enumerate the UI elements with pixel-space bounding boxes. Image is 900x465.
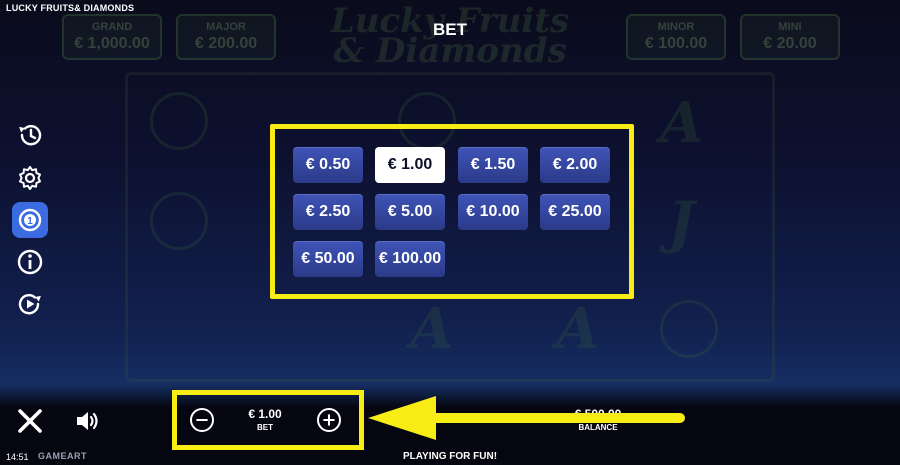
bet-option-1-00[interactable]: € 1.00: [375, 147, 445, 183]
bet-option-2-50[interactable]: € 2.50: [293, 194, 363, 230]
bet-option-50-00[interactable]: € 50.00: [293, 241, 363, 277]
grape-symbol: [660, 300, 718, 358]
autoplay-icon: [18, 294, 41, 315]
bet-settings-button[interactable]: 1: [12, 202, 48, 238]
info-icon: [17, 249, 43, 275]
close-button[interactable]: [16, 407, 44, 435]
watermelon-symbol: [150, 92, 208, 150]
svg-text:1: 1: [27, 216, 33, 227]
ace-symbol: A: [410, 296, 454, 362]
history-button[interactable]: [12, 117, 48, 153]
pointer-arrow: [368, 396, 685, 440]
ace-symbol: A: [660, 90, 704, 156]
bet-option-100-00[interactable]: € 100.00: [375, 241, 445, 277]
speaker-icon: [77, 412, 98, 430]
bet-option-1-50[interactable]: € 1.50: [458, 147, 528, 183]
watermelon-symbol: [150, 192, 208, 250]
logo-line2: & Diamonds: [333, 31, 567, 71]
screen-title: BET: [433, 20, 467, 39]
info-button[interactable]: [12, 244, 48, 280]
history-icon: [19, 125, 42, 146]
ace-symbol: A: [556, 296, 600, 362]
bet-option-0-50[interactable]: € 0.50: [293, 147, 363, 183]
bet-option-2-00[interactable]: € 2.00: [540, 147, 610, 183]
bet-value: € 1.00: [248, 407, 282, 421]
bet-option-25-00[interactable]: € 25.00: [540, 194, 610, 230]
game-title: LUCKY FRUITS& DIAMONDS: [6, 3, 135, 13]
autoplay-button[interactable]: [12, 286, 48, 322]
close-icon: [18, 409, 42, 433]
bet-option-5-00[interactable]: € 5.00: [375, 194, 445, 230]
settings-button[interactable]: [12, 160, 48, 196]
sound-button[interactable]: [74, 408, 102, 434]
bet-label: BET: [257, 423, 273, 432]
minus-icon: [196, 418, 208, 422]
decrease-bet-button[interactable]: [190, 408, 214, 432]
coin-bet-icon: 1: [18, 208, 42, 232]
gear-icon: [19, 166, 41, 190]
plus-icon: [323, 414, 335, 426]
play-mode-status: PLAYING FOR FUN!: [402, 451, 498, 462]
bet-option-10-00[interactable]: € 10.00: [458, 194, 528, 230]
jack-symbol: J: [668, 190, 695, 256]
increase-bet-button[interactable]: [317, 408, 341, 432]
